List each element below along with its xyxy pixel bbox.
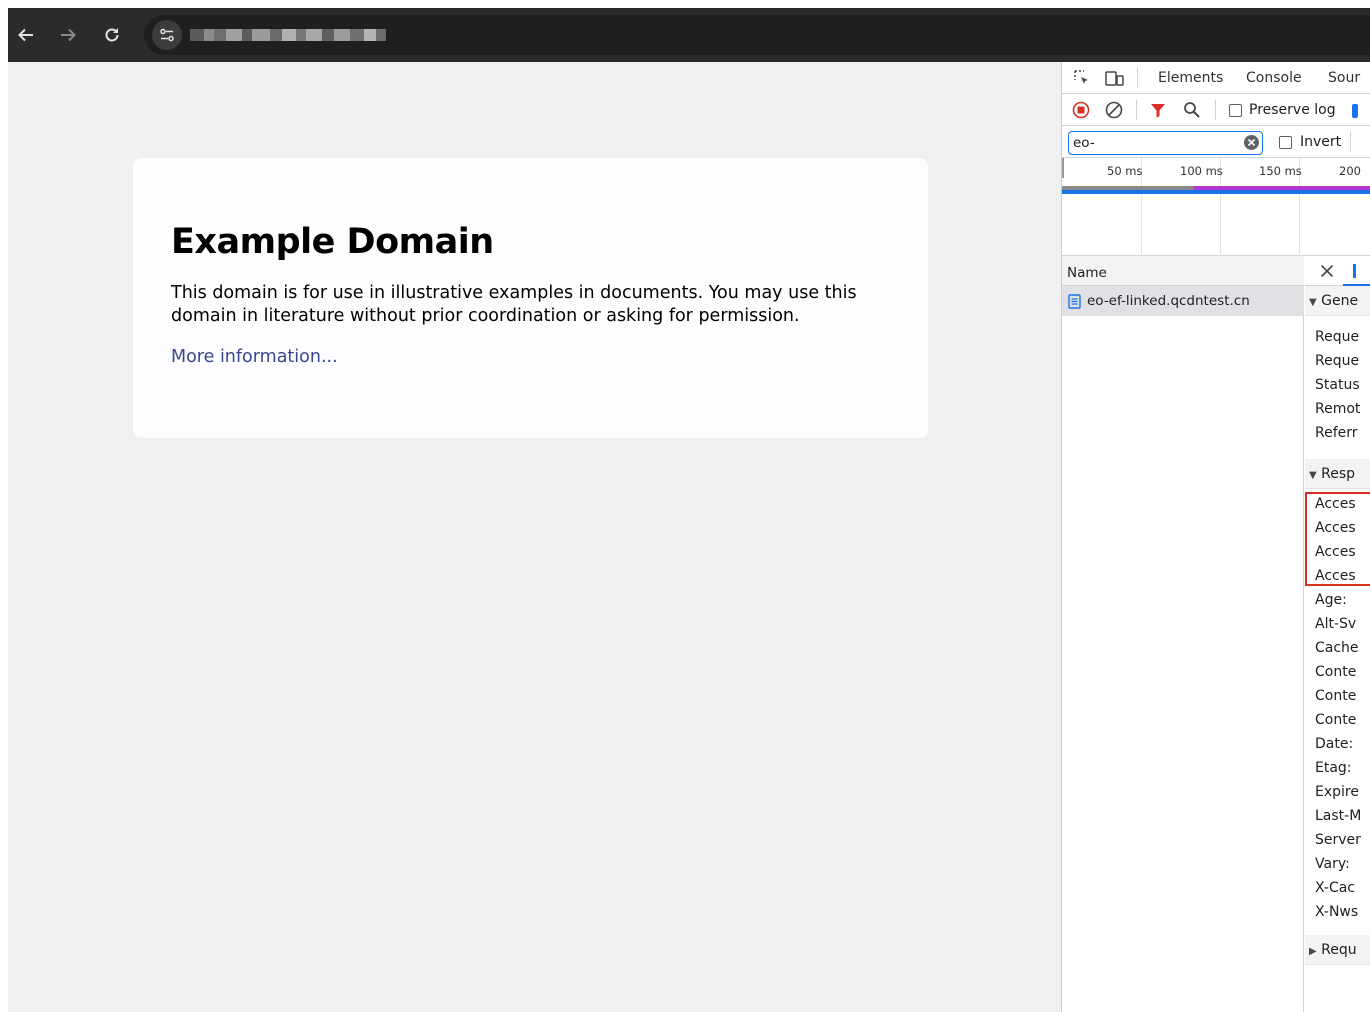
- response-header-row: X-Nws: [1315, 904, 1359, 920]
- devtools-tabbar: Elements Console Sour: [1062, 62, 1370, 94]
- tune-icon[interactable]: [152, 20, 182, 50]
- section-response-label: Resp: [1321, 466, 1356, 482]
- timeline-tick: 50 ms: [1107, 164, 1143, 178]
- device-toolbar-icon[interactable]: [1104, 69, 1126, 87]
- filter-icon[interactable]: [1149, 101, 1167, 119]
- inspect-element-icon[interactable]: [1072, 69, 1092, 87]
- timeline-bar-purple: [1194, 186, 1370, 190]
- headers-tab-partial[interactable]: [1353, 264, 1356, 278]
- filter-input[interactable]: eo-: [1068, 131, 1263, 155]
- preserve-log-label: Preserve log: [1249, 102, 1336, 118]
- request-name: eo-ef-linked.qcdntest.cn: [1087, 293, 1250, 309]
- response-header-row: X-Cac: [1315, 880, 1355, 896]
- response-header-row: Age:: [1315, 592, 1347, 608]
- clear-filter-icon[interactable]: [1244, 135, 1259, 150]
- response-header-row: Etag:: [1315, 760, 1352, 776]
- devtools-panel: Elements Console Sour Preserve log eo- I…: [1061, 62, 1370, 1012]
- response-header-row: Last-M: [1315, 808, 1362, 824]
- timeline-tick: 100 ms: [1180, 164, 1223, 178]
- tab-sources[interactable]: Sour: [1328, 70, 1360, 86]
- page-viewport: Example Domain This domain is for use in…: [8, 62, 1062, 1012]
- clear-icon[interactable]: [1105, 101, 1123, 119]
- filter-value: eo-: [1073, 135, 1095, 151]
- timeline-bar-blue: [1062, 190, 1370, 194]
- timeline-bar-waiting: [1062, 186, 1194, 190]
- response-header-row: Conte: [1315, 712, 1357, 728]
- response-header-row: Acces: [1315, 544, 1356, 560]
- response-header-row: Conte: [1315, 688, 1357, 704]
- close-icon[interactable]: [1319, 263, 1335, 279]
- cache-checkbox-partial[interactable]: [1352, 104, 1358, 118]
- section-general-label: Gene: [1321, 293, 1359, 309]
- request-details: ▼ Gene Reque Reque Status Remot Referr ▼…: [1305, 256, 1370, 1012]
- response-header-row: Server: [1315, 832, 1361, 848]
- browser-window: Example Domain This domain is for use in…: [8, 8, 1370, 1012]
- reload-icon[interactable]: [97, 20, 127, 50]
- blurred-url: [190, 29, 386, 41]
- filter-row: eo- Invert: [1062, 126, 1370, 158]
- network-toolbar: Preserve log: [1062, 94, 1370, 126]
- request-list: Name eo-ef-linked.qcdntest.cn: [1062, 256, 1304, 1012]
- tab-elements[interactable]: Elements: [1158, 70, 1223, 86]
- response-header-row: Cache: [1315, 640, 1359, 656]
- content-card: Example Domain This domain is for use in…: [133, 158, 928, 438]
- section-general[interactable]: ▼ Gene: [1305, 286, 1370, 316]
- page-description: This domain is for use in illustrative e…: [171, 283, 857, 326]
- general-row: Reque: [1315, 329, 1360, 345]
- tab-console[interactable]: Console: [1246, 70, 1302, 86]
- timeline-tick: 150 ms: [1259, 164, 1302, 178]
- general-row: Remot: [1315, 401, 1361, 417]
- network-timeline: 50 ms 100 ms 150 ms 200: [1062, 158, 1370, 256]
- general-row: Referr: [1315, 425, 1358, 441]
- section-request-headers[interactable]: ▶ Requ: [1305, 935, 1370, 965]
- request-row[interactable]: eo-ef-linked.qcdntest.cn: [1062, 286, 1304, 316]
- search-icon[interactable]: [1183, 101, 1201, 119]
- details-tabbar: [1305, 256, 1370, 286]
- record-stop-icon[interactable]: [1072, 101, 1090, 119]
- arrow-left-icon[interactable]: [11, 20, 41, 50]
- more-information-link[interactable]: More information...: [171, 347, 338, 367]
- section-request-label: Requ: [1321, 942, 1357, 958]
- preserve-log-checkbox[interactable]: [1229, 104, 1242, 117]
- general-row: Reque: [1315, 353, 1360, 369]
- invert-label: Invert: [1300, 134, 1342, 150]
- timeline-tick: 200: [1339, 164, 1361, 178]
- arrow-right-icon[interactable]: [53, 20, 83, 50]
- browser-toolbar: [8, 8, 1370, 62]
- response-header-row: Expire: [1315, 784, 1359, 800]
- response-header-row: Vary:: [1315, 856, 1350, 872]
- address-bar[interactable]: [144, 15, 1370, 55]
- page-title: Example Domain: [171, 222, 494, 262]
- response-header-row: Conte: [1315, 664, 1357, 680]
- name-column-header[interactable]: Name: [1062, 256, 1304, 286]
- section-response-headers[interactable]: ▼ Resp: [1305, 459, 1370, 489]
- response-header-row: Alt-Sv: [1315, 616, 1357, 632]
- response-header-row: Acces: [1315, 496, 1356, 512]
- response-header-row: Date:: [1315, 736, 1354, 752]
- document-icon: [1066, 293, 1082, 309]
- response-header-row: Acces: [1315, 568, 1356, 584]
- response-header-row: Acces: [1315, 520, 1356, 536]
- invert-checkbox[interactable]: [1279, 136, 1292, 149]
- general-row: Status: [1315, 377, 1360, 393]
